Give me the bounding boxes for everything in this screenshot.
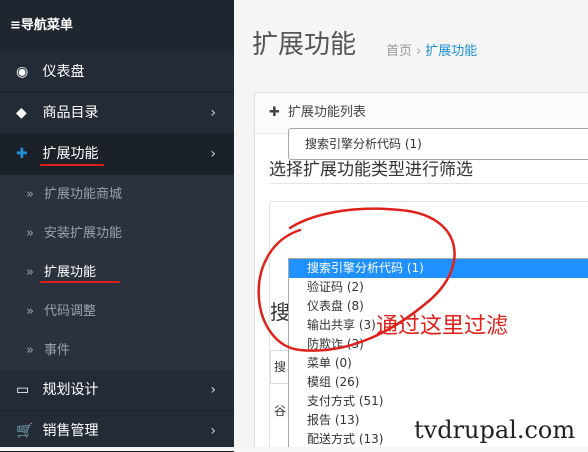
sidebar-subitem-extensions[interactable]: » 扩展功能	[0, 253, 234, 292]
tag-icon: ◆	[16, 105, 27, 121]
chevron-right-icon: ›	[210, 423, 216, 439]
sidebar-item-design[interactable]: ▭ 规划设计 ›	[0, 370, 234, 411]
dropdown-option[interactable]: 支付方式 (51)	[289, 392, 588, 411]
sidebar-item-catalog[interactable]: ◆ 商品目录 ›	[0, 93, 234, 134]
double-chevron-icon: »	[26, 265, 34, 280]
dropdown-option[interactable]: 模组 (26)	[289, 373, 588, 392]
breadcrumb-current[interactable]: 扩展功能	[425, 44, 477, 59]
breadcrumb-home[interactable]: 首页	[386, 44, 412, 59]
extension-type-select[interactable]: 搜索引擎分析代码 (1)	[288, 128, 588, 160]
panel-title: 扩展功能列表	[287, 105, 366, 120]
nav-menu-header[interactable]: ≡导航菜单	[0, 0, 234, 52]
sidebar-subitem-events[interactable]: » 事件	[0, 331, 234, 370]
chevron-right-icon: ›	[210, 146, 216, 162]
sidebar-subitem-label: 代码调整	[44, 304, 97, 319]
page-title: 扩展功能	[252, 30, 357, 60]
sidebar-item-label: 规划设计	[42, 382, 99, 398]
cart-icon: 🛒	[16, 423, 34, 439]
puzzle-icon: ✚	[16, 146, 28, 162]
double-chevron-icon: »	[26, 304, 34, 319]
sidebar-subitem-label: 扩展功能商城	[44, 187, 123, 202]
dropdown-option[interactable]: 验证码 (2)	[289, 278, 588, 297]
sidebar-subitem-modifications[interactable]: » 代码调整	[0, 292, 234, 331]
annotation-underline	[40, 281, 120, 283]
table-row: 谷	[274, 404, 287, 418]
sidebar-subitem-label: 扩展功能	[44, 265, 97, 280]
annotation-underline	[40, 164, 104, 166]
sidebar-subitem-install-extension[interactable]: » 安装扩展功能	[0, 214, 234, 253]
sidebar-item-dashboard[interactable]: ◉ 仪表盘	[0, 52, 234, 93]
sidebar-subitem-extension-store[interactable]: » 扩展功能商城	[0, 175, 234, 214]
double-chevron-icon: »	[26, 343, 34, 358]
dropdown-option[interactable]: 菜单 (0)	[289, 354, 588, 373]
main-content: 扩展功能 首页 › 扩展功能 ✚ 扩展功能列表 选择扩展功能类型进行筛选 搜 搜 谷 …	[234, 0, 588, 447]
sidebar-subitem-label: 事件	[44, 343, 71, 358]
sidebar-item-label: 扩展功能	[42, 146, 99, 162]
sidebar-item-sales[interactable]: 🛒 销售管理 ›	[0, 411, 234, 452]
tab-search[interactable]: 搜	[270, 350, 290, 384]
dropdown-option[interactable]: 搜索引擎分析代码 (1)	[289, 259, 588, 278]
chevron-right-icon: ›	[210, 382, 216, 398]
sidebar-item-label: 商品目录	[42, 105, 99, 121]
monitor-icon: ▭	[16, 382, 30, 398]
sidebar-item-label: 仪表盘	[42, 64, 85, 80]
annotation-text: 通过这里过滤	[376, 314, 509, 339]
puzzle-icon: ✚	[269, 105, 280, 120]
divider	[269, 183, 588, 184]
breadcrumb: 首页 › 扩展功能	[386, 40, 477, 59]
sidebar: ≡导航菜单 ◉ 仪表盘 ◆ 商品目录 › ✚ 扩展功能 › » 扩展功能商城 » 安…	[0, 0, 234, 452]
watermark: tvdrupal.com	[414, 416, 576, 444]
double-chevron-icon: »	[26, 226, 34, 241]
sidebar-item-extensions[interactable]: ✚ 扩展功能 ›	[0, 134, 234, 175]
sidebar-item-label: 销售管理	[42, 423, 99, 439]
breadcrumb-separator: ›	[416, 44, 422, 59]
chevron-right-icon: ›	[210, 105, 216, 121]
double-chevron-icon: »	[26, 187, 34, 202]
sidebar-subitem-label: 安装扩展功能	[44, 226, 123, 241]
dashboard-icon: ◉	[16, 64, 29, 80]
section-heading: 搜	[270, 300, 290, 324]
